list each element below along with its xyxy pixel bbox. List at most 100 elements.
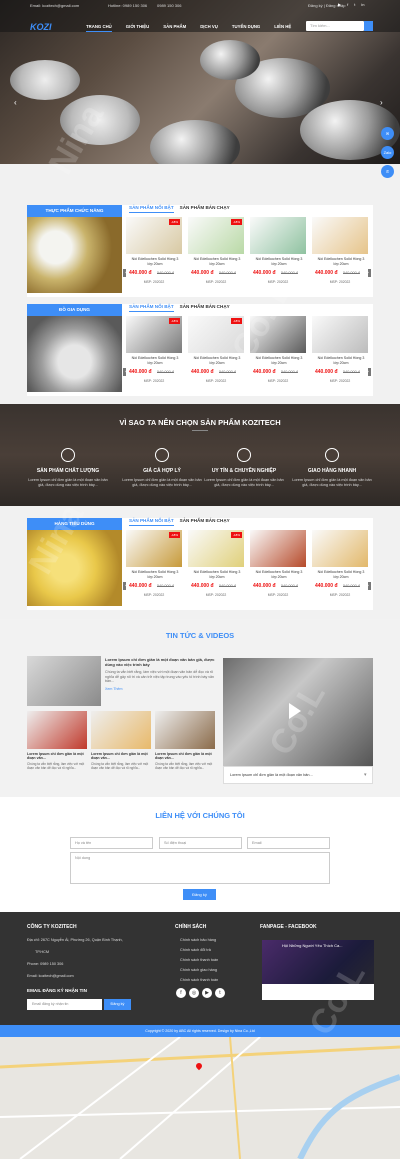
- video-caption[interactable]: Lorem Ipsum chỉ đơn giản là một đoạn văn…: [230, 773, 313, 777]
- product-name[interactable]: Nồi Edelkochen Solid Hồng 3 lớp 20cm: [253, 570, 305, 580]
- product-name[interactable]: Nồi Edelkochen Solid Hồng 3 lớp 20cm: [315, 257, 367, 267]
- product-card[interactable]: -18% Nồi Edelkochen Solid Hồng 3 lớp 20c…: [126, 316, 182, 386]
- newsletter-input[interactable]: Email đăng ký nhận tin: [27, 999, 102, 1010]
- tab-featured[interactable]: SẢN PHẨM NỔI BẬT: [129, 304, 174, 312]
- product-name[interactable]: Nồi Edelkochen Solid Hồng 3 lớp 20cm: [191, 356, 243, 366]
- product-image[interactable]: [250, 217, 306, 254]
- product-name[interactable]: Nồi Edelkochen Solid Hồng 3 lớp 20cm: [191, 570, 243, 580]
- policy-link[interactable]: Chính sách giao hàng: [180, 968, 217, 972]
- search-icon[interactable]: [364, 21, 373, 31]
- fanpage-name[interactable]: Hội Những Người Yêu Thích Ca...: [282, 943, 372, 948]
- product-image[interactable]: [250, 316, 306, 353]
- tab-best-seller[interactable]: SẢN PHẨM BÁN CHẠY: [180, 518, 230, 526]
- product-image[interactable]: -18%: [188, 530, 244, 567]
- tab-featured[interactable]: SẢN PHẨM NỔI BẬT: [129, 205, 174, 213]
- product-image[interactable]: [312, 316, 368, 353]
- facebook-icon[interactable]: f: [347, 2, 348, 7]
- product-card[interactable]: Nồi Edelkochen Solid Hồng 3 lớp 20cm 440…: [250, 217, 306, 287]
- youtube-icon[interactable]: ▶: [338, 2, 341, 7]
- product-card[interactable]: -18% Nồi Edelkochen Solid Hồng 3 lớp 20c…: [126, 217, 182, 287]
- policy-link[interactable]: Chính sách thanh toán: [180, 978, 218, 982]
- product-price: 440.000 đ: [191, 583, 214, 589]
- product-image[interactable]: -18%: [126, 217, 182, 254]
- product-image[interactable]: -18%: [126, 530, 182, 567]
- slider-next-icon[interactable]: ›: [380, 98, 383, 107]
- tab-featured[interactable]: SẢN PHẨM NỔI BẬT: [129, 518, 174, 526]
- product-card[interactable]: -18% Nồi Edelkochen Solid Hồng 3 lớp 20c…: [188, 217, 244, 287]
- product-card[interactable]: -18% Nồi Edelkochen Solid Hồng 3 lớp 20c…: [188, 316, 244, 386]
- phone-field[interactable]: Số điện thoại: [159, 837, 242, 849]
- slider-prev-icon[interactable]: ‹: [14, 98, 17, 107]
- video-thumbnail[interactable]: [223, 658, 373, 766]
- newsletter-button[interactable]: Đăng ký: [104, 999, 131, 1010]
- product-card[interactable]: -18% Nồi Edelkochen Solid Hồng 3 lớp 20c…: [126, 530, 182, 600]
- news-main-image[interactable]: [27, 656, 101, 706]
- product-name[interactable]: Nồi Edelkochen Solid Hồng 3 lớp 20cm: [315, 570, 367, 580]
- product-image[interactable]: [312, 217, 368, 254]
- name-field[interactable]: Họ và tên: [70, 837, 153, 849]
- product-card[interactable]: -18% Nồi Edelkochen Solid Hồng 3 lớp 20c…: [188, 530, 244, 600]
- nav-contact[interactable]: LIÊN HỆ: [274, 24, 291, 32]
- product-name[interactable]: Nồi Edelkochen Solid Hồng 3 lớp 20cm: [191, 257, 243, 267]
- nav-home[interactable]: TRANG CHỦ: [86, 24, 112, 32]
- news-item-title[interactable]: Lorem Ipsum chỉ đơn giản là một đoạn văn…: [91, 752, 151, 761]
- search-input[interactable]: Tìm kiếm...: [306, 21, 364, 31]
- product-name[interactable]: Nồi Edelkochen Solid Hồng 3 lớp 20cm: [253, 257, 305, 267]
- product-card[interactable]: Nồi Edelkochen Solid Hồng 3 lớp 20cm 440…: [312, 316, 368, 386]
- product-image[interactable]: [312, 530, 368, 567]
- instagram-icon[interactable]: ◎: [189, 988, 199, 998]
- tab-best-seller[interactable]: SẢN PHẨM BÁN CHẠY: [180, 304, 230, 312]
- product-image[interactable]: -18%: [188, 217, 244, 254]
- play-icon[interactable]: [289, 703, 301, 719]
- news-main-title[interactable]: Lorem Ipsum chỉ đơn giản là một đoạn văn…: [105, 657, 217, 667]
- twitter-icon[interactable]: t: [215, 988, 225, 998]
- email-field[interactable]: Email: [247, 837, 330, 849]
- submit-button[interactable]: Đăng ký: [183, 889, 216, 900]
- product-name[interactable]: Nồi Edelkochen Solid Hồng 3 lớp 20cm: [315, 356, 367, 366]
- zalo-icon[interactable]: Zalo: [381, 146, 394, 159]
- category-title[interactable]: HÀNG TIÊU DÙNG: [27, 518, 122, 530]
- news-item-image[interactable]: [155, 711, 215, 749]
- read-more-link[interactable]: Xem Thêm: [105, 687, 123, 691]
- news-item-image[interactable]: [27, 711, 87, 749]
- product-card[interactable]: Nồi Edelkochen Solid Hồng 3 lớp 20cm 440…: [250, 530, 306, 600]
- twitter-icon[interactable]: t: [354, 2, 355, 7]
- news-item-desc: Chúng ta vẫn biết rằng, làm việc với một…: [155, 762, 213, 770]
- category-image[interactable]: [27, 530, 122, 606]
- content-field[interactable]: Nội dung: [70, 852, 330, 884]
- chevron-down-icon[interactable]: ▾: [364, 772, 367, 778]
- product-card[interactable]: Nồi Edelkochen Solid Hồng 3 lớp 20cm 440…: [312, 217, 368, 287]
- product-image[interactable]: -18%: [126, 316, 182, 353]
- nav-products[interactable]: SẢN PHẨM: [163, 24, 186, 32]
- linkedin-icon[interactable]: in: [361, 2, 364, 7]
- tab-best-seller[interactable]: SẢN PHẨM BÁN CHẠY: [180, 205, 230, 213]
- policy-link[interactable]: Chính sách thanh toán: [180, 958, 218, 962]
- nav-about[interactable]: GIỚI THIỆU: [126, 24, 149, 32]
- product-card[interactable]: Nồi Edelkochen Solid Hồng 3 lớp 20cm 440…: [250, 316, 306, 386]
- category-image[interactable]: [27, 316, 122, 392]
- product-image[interactable]: -18%: [188, 316, 244, 353]
- nav-services[interactable]: DỊCH VỤ: [200, 24, 218, 32]
- nav-careers[interactable]: TUYỂN DỤNG: [232, 24, 260, 32]
- fanpage-widget[interactable]: Hội Những Người Yêu Thích Ca...: [262, 940, 374, 1000]
- product-name[interactable]: Nồi Edelkochen Solid Hồng 3 lớp 20cm: [129, 257, 181, 267]
- category-image[interactable]: [27, 217, 122, 293]
- facebook-icon[interactable]: f: [176, 988, 186, 998]
- news-item-title[interactable]: Lorem Ipsum chỉ đơn giản là một đoạn văn…: [27, 752, 87, 761]
- product-image[interactable]: [250, 530, 306, 567]
- product-name[interactable]: Nồi Edelkochen Solid Hồng 3 lớp 20cm: [253, 356, 305, 366]
- news-item-title[interactable]: Lorem Ipsum chỉ đơn giản là một đoạn văn…: [155, 752, 215, 761]
- product-name[interactable]: Nồi Edelkochen Solid Hồng 3 lớp 20cm: [129, 356, 181, 366]
- youtube-icon[interactable]: ▶: [202, 988, 212, 998]
- category-title[interactable]: ĐỒ GIA DỤNG: [27, 304, 122, 316]
- policy-link[interactable]: Chính sách bảo hàng: [180, 938, 216, 942]
- product-name[interactable]: Nồi Edelkochen Solid Hồng 3 lớp 20cm: [129, 570, 181, 580]
- logo[interactable]: KOZI: [30, 22, 52, 32]
- policy-link[interactable]: Chính sách đổi trả: [180, 948, 211, 952]
- map-embed[interactable]: [0, 1037, 400, 1159]
- category-title[interactable]: THỰC PHẨM CHỨC NĂNG: [27, 205, 122, 217]
- messenger-icon[interactable]: ✉: [381, 127, 394, 140]
- product-card[interactable]: Nồi Edelkochen Solid Hồng 3 lớp 20cm 440…: [312, 530, 368, 600]
- news-item-image[interactable]: [91, 711, 151, 749]
- phone-icon[interactable]: ✆: [381, 165, 394, 178]
